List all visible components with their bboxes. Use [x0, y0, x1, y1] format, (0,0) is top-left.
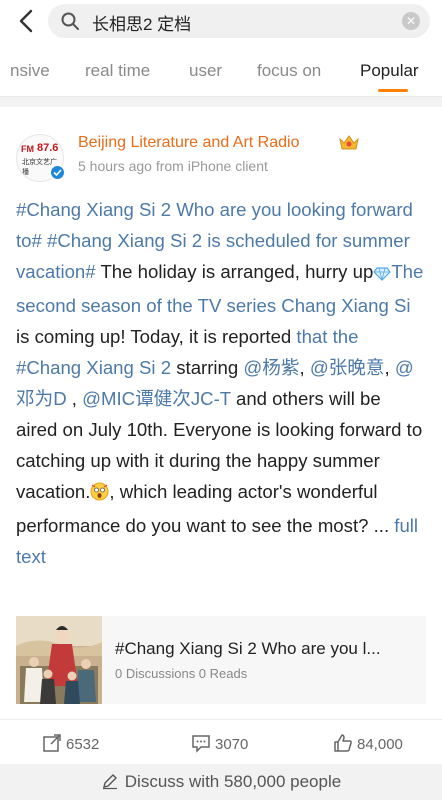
post-text-segment: starring: [171, 357, 244, 378]
tab-comprehensive[interactable]: nsive: [10, 61, 50, 81]
post-card: FM 87.6 北京文艺广播 Beijing Literature and Ar…: [0, 107, 442, 719]
pencil-icon: [101, 774, 125, 791]
divider: [0, 97, 442, 107]
avatar-brand: FM: [21, 144, 34, 154]
diamond-emoji-icon: [373, 259, 392, 290]
like-button[interactable]: 84,000: [333, 733, 403, 753]
comment-count: 3070: [215, 736, 249, 753]
tab-popular[interactable]: Popular: [360, 61, 419, 81]
verified-badge-icon: [49, 164, 66, 181]
filter-tabs: nsive real time user focus on Popular: [0, 44, 442, 97]
repost-icon: [43, 734, 61, 752]
back-arrow-icon[interactable]: [12, 6, 42, 36]
post-text-segment: ,: [384, 357, 395, 378]
post-text-segment: is coming up! Today, it is reported: [16, 326, 297, 347]
comment-icon: [192, 735, 210, 753]
avatar-number: 87.6: [37, 142, 59, 154]
post-text-segment: The holiday is arranged, hurry up: [95, 261, 374, 282]
top-bar: 长相思2 定档 ✕: [0, 0, 442, 44]
post-text-segment: ,: [299, 357, 310, 378]
topic-stats: 0 Discussions 0 Reads: [115, 666, 248, 681]
repost-button[interactable]: 6532: [42, 733, 99, 753]
shocked-emoji-icon: [90, 479, 109, 510]
author-name[interactable]: Beijing Literature and Art Radio: [78, 134, 299, 152]
post-text: #Chang Xiang Si 2 Who are you looking fo…: [16, 194, 426, 572]
repost-count: 6532: [66, 736, 100, 753]
mention-mic-tan[interactable]: @MIC谭健次JC-T: [82, 388, 231, 409]
post-text-segment: ,: [66, 388, 83, 409]
topic-thumbnail: [16, 616, 102, 704]
mention-zhang-wanyi[interactable]: @张晚意: [310, 357, 385, 378]
active-tab-indicator: [378, 89, 408, 92]
like-count: 84,000: [357, 736, 403, 753]
topic-card[interactable]: #Chang Xiang Si 2 Who are you l... 0 Dis…: [16, 616, 426, 704]
post-meta: 5 hours ago from iPhone client: [78, 158, 268, 174]
topic-title: #Chang Xiang Si 2 Who are you l...: [115, 639, 381, 658]
tab-real-time[interactable]: real time: [85, 61, 150, 81]
mention-yang-zi[interactable]: @杨紫: [243, 357, 299, 378]
action-bar: 6532 3070 84,000: [0, 719, 442, 764]
tab-user[interactable]: user: [189, 61, 222, 81]
tab-focus-on[interactable]: focus on: [257, 61, 321, 81]
search-input[interactable]: 长相思2 定档 ✕: [48, 4, 430, 38]
discuss-label: Discuss with 580,000 people: [124, 772, 342, 791]
search-icon: [60, 11, 80, 31]
comment-button[interactable]: 3070: [191, 733, 248, 753]
search-query[interactable]: 长相思2 定档: [92, 10, 191, 35]
clear-search-icon[interactable]: ✕: [402, 12, 420, 30]
crown-badge-icon: [338, 134, 360, 152]
discuss-bar[interactable]: Discuss with 580,000 people: [0, 764, 442, 800]
thumbs-up-icon: [334, 734, 352, 752]
